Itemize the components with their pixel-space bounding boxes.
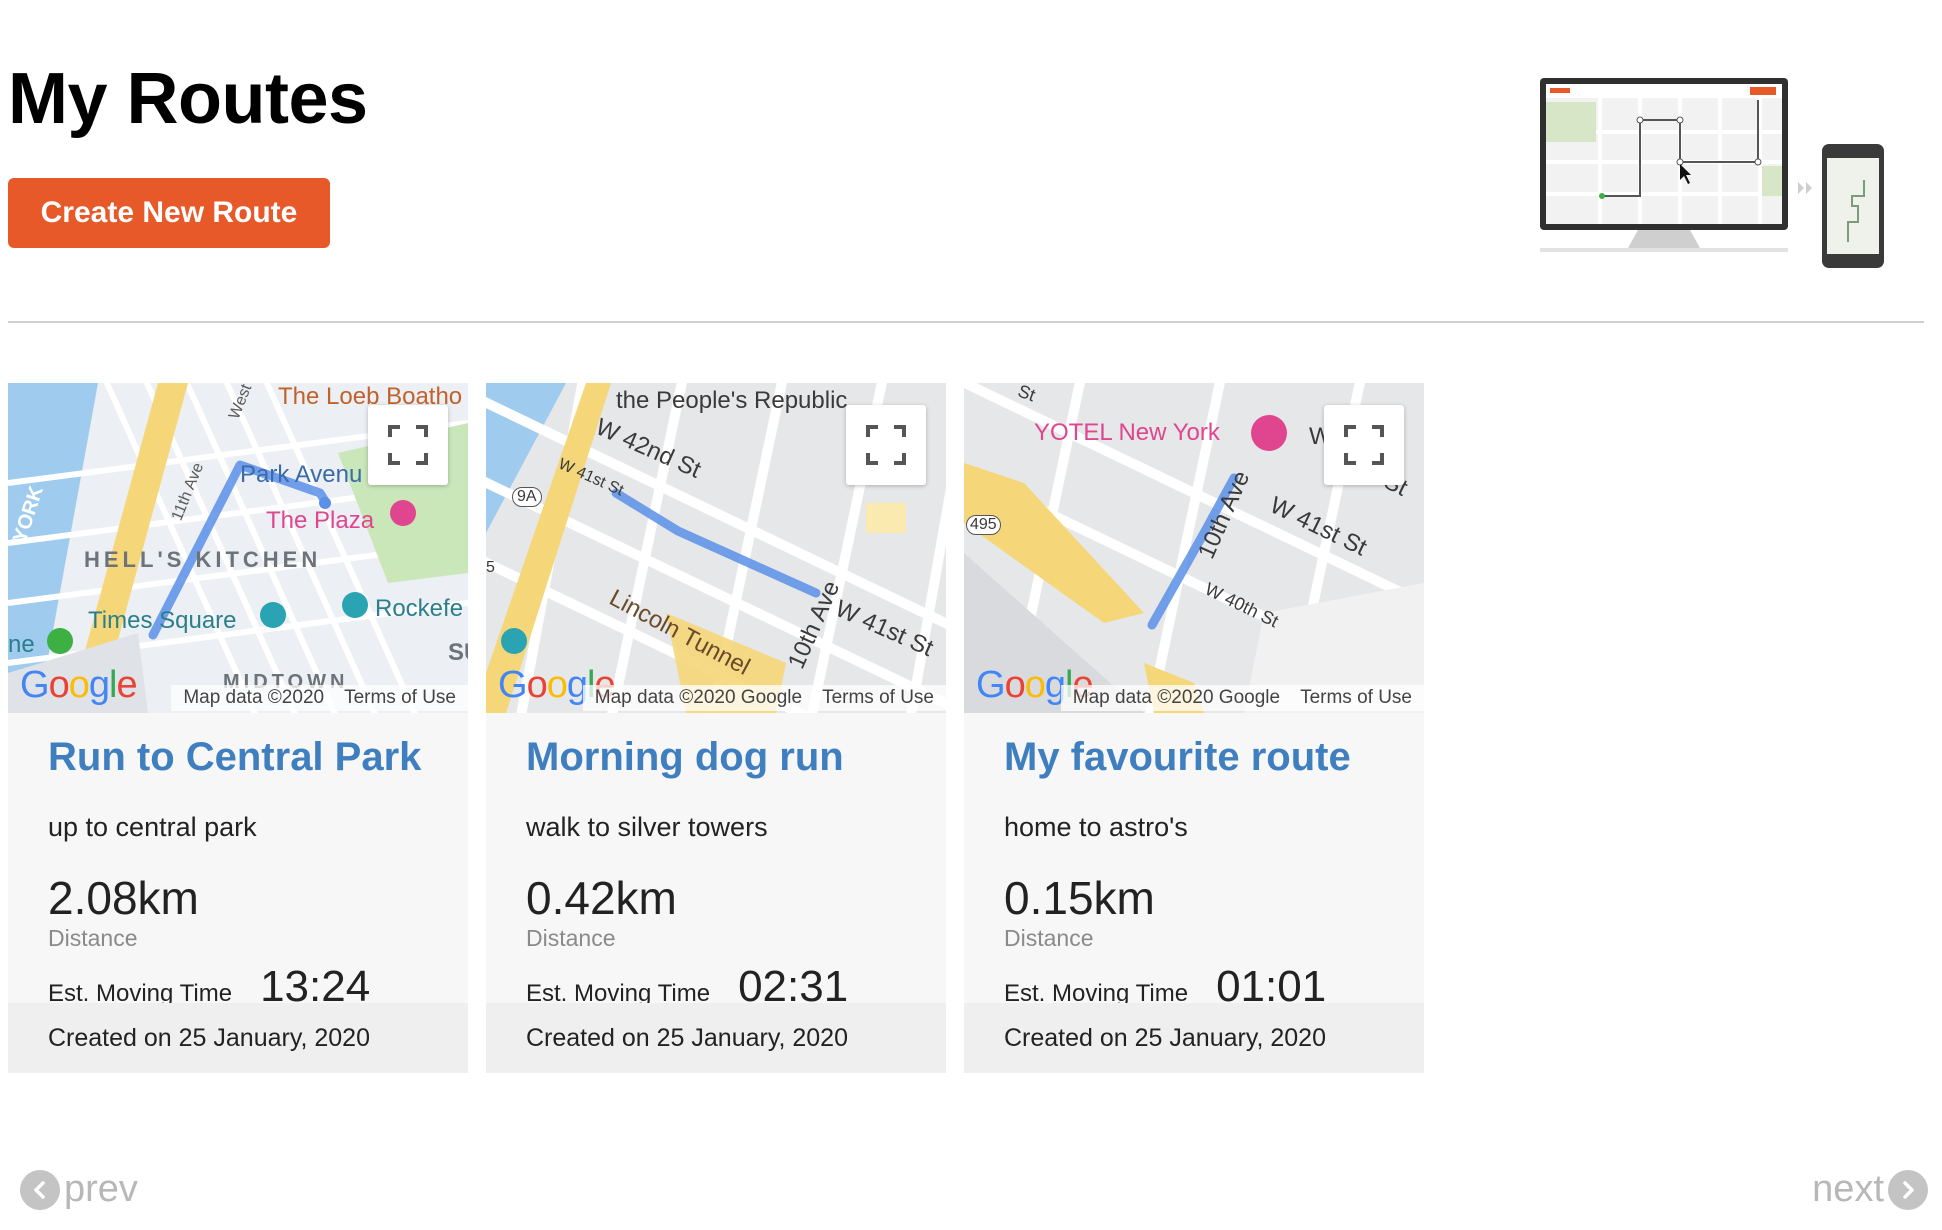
route-description: walk to silver towers (526, 812, 768, 842)
create-new-route-button[interactable]: Create New Route (8, 178, 330, 248)
created-date: Created on 25 January, 2020 (8, 1003, 468, 1073)
route-title-link[interactable]: My favourite route (1004, 735, 1384, 780)
fullscreen-button[interactable] (1324, 405, 1404, 485)
prev-page-button[interactable]: prev (20, 1168, 138, 1211)
map-attribution: Map data ©2020 Terms of Use (171, 685, 468, 711)
map-label: 5 (486, 559, 495, 576)
chevron-right-icon (1888, 1169, 1928, 1210)
map-data-text: Map data ©2020 Google (1072, 687, 1281, 708)
fullscreen-button[interactable] (368, 405, 448, 485)
route-card[interactable]: The Loeb Boatho Park Avenu The Plaza HEL… (8, 383, 468, 1073)
google-logo: Google (20, 664, 138, 706)
route-builder-illustration (1540, 78, 1884, 268)
map-label: the People's Republic (616, 387, 848, 414)
created-date: Created on 25 January, 2020 (964, 1003, 1424, 1073)
map-label: HELL'S KITCHEN (84, 547, 322, 572)
fullscreen-icon (1344, 425, 1384, 465)
route-map[interactable]: YOTEL New York W 41st St 10th Ave W 40th… (964, 383, 1424, 713)
map-label: Rockefe (375, 595, 464, 622)
distance-label: Distance (1004, 925, 1094, 951)
next-page-button[interactable]: next (1812, 1168, 1928, 1211)
map-label: Times Square (88, 607, 237, 634)
route-card[interactable]: the People's Republic W 42nd St W 41st S… (486, 383, 946, 1073)
map-label: YOTEL New York (1034, 419, 1220, 446)
chevron-left-icon (20, 1169, 60, 1210)
route-title-link[interactable]: Morning dog run (526, 735, 906, 780)
distance-value: 0.42km (526, 872, 677, 924)
route-card[interactable]: YOTEL New York W 41st St 10th Ave W 40th… (964, 383, 1424, 1073)
route-map[interactable]: The Loeb Boatho Park Avenu The Plaza HEL… (8, 383, 468, 713)
map-label: Park Avenu (240, 461, 363, 488)
next-label: next (1812, 1168, 1884, 1210)
fullscreen-icon (866, 425, 906, 465)
route-description: home to astro's (1004, 812, 1188, 842)
map-label: 495 (966, 515, 1001, 535)
route-title-link[interactable]: Run to Central Park (48, 735, 428, 780)
route-cards: The Loeb Boatho Park Avenu The Plaza HEL… (8, 383, 1424, 1073)
distance-label: Distance (526, 925, 616, 951)
distance-label: Distance (48, 925, 138, 951)
distance-value: 0.15km (1004, 872, 1155, 924)
map-attribution: Map data ©2020 Google Terms of Use (582, 685, 946, 711)
map-label: SU (448, 639, 468, 666)
route-map[interactable]: the People's Republic W 42nd St W 41st S… (486, 383, 946, 713)
distance-value: 2.08km (48, 872, 199, 924)
terms-link[interactable]: Terms of Use (344, 687, 456, 709)
map-data-text: Map data ©2020 Google (594, 687, 803, 708)
prev-label: prev (64, 1168, 138, 1210)
fullscreen-button[interactable] (846, 405, 926, 485)
terms-link[interactable]: Terms of Use (1300, 687, 1412, 709)
terms-link[interactable]: Terms of Use (822, 687, 934, 709)
created-date: Created on 25 January, 2020 (486, 1003, 946, 1073)
route-description: up to central park (48, 812, 257, 842)
header-divider (8, 321, 1924, 323)
map-label: ne (8, 631, 35, 658)
page-header: My Routes (8, 58, 368, 140)
map-attribution: Map data ©2020 Google Terms of Use (1060, 685, 1424, 711)
map-label: 9A (512, 487, 542, 507)
fullscreen-icon (388, 425, 428, 465)
page-title: My Routes (8, 59, 368, 139)
map-label: The Plaza (266, 507, 375, 534)
map-data-text: Map data ©2020 (183, 687, 325, 708)
